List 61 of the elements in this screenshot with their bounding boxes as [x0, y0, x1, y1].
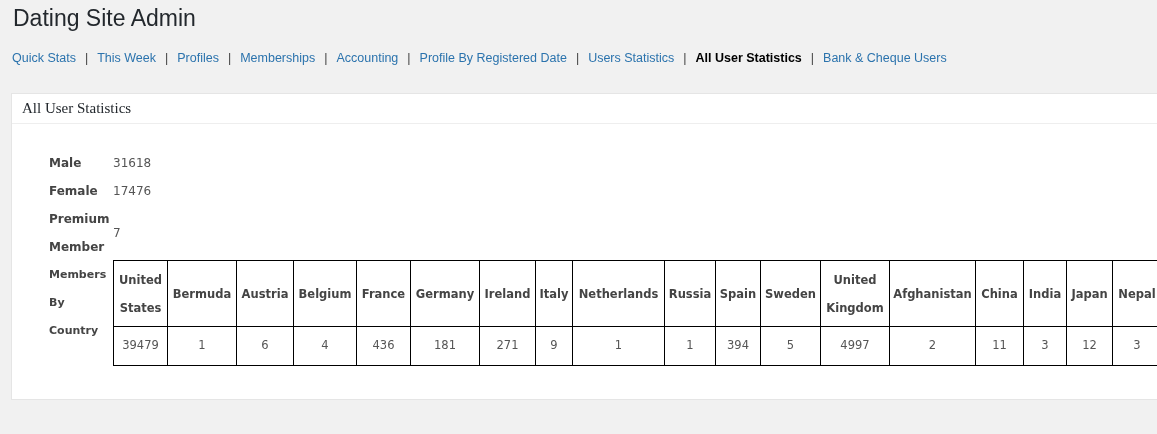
column-header: Belgium [293, 260, 357, 327]
column-header: Bermuda [167, 260, 237, 327]
page-title: Dating Site Admin [13, 4, 196, 33]
table-cell: 1 [572, 326, 665, 366]
table-cell: 271 [479, 326, 536, 366]
nav-link[interactable]: Memberships [240, 50, 316, 66]
table-cell: 11 [975, 326, 1024, 366]
column-header: France [356, 260, 411, 327]
table-cell: 3 [1023, 326, 1067, 366]
column-header: Japan [1066, 260, 1113, 327]
table-cell: 4997 [820, 326, 890, 366]
column-header: Germany [410, 260, 480, 327]
nav-separator: | [227, 50, 232, 66]
table-cell: 394 [715, 326, 761, 366]
column-header: United States [113, 260, 168, 327]
nav-separator: | [165, 50, 169, 66]
table-cell: 181 [410, 326, 480, 366]
table-cell: 12 [1066, 326, 1113, 366]
stat-label: Premium Member [49, 211, 107, 256]
nav-link[interactable]: Quick Stats [12, 50, 76, 66]
column-header: Ireland [479, 260, 536, 327]
nav-separator: | [575, 50, 580, 66]
nav-link[interactable]: Users Statistics [588, 50, 675, 66]
stat-label: Male [49, 155, 83, 172]
table-cell: 436 [356, 326, 411, 366]
column-header: Austria [236, 260, 294, 327]
table-cell: 39479 [113, 326, 168, 366]
table-cell: 4 [293, 326, 357, 366]
column-header: Italy [535, 260, 573, 327]
column-header: China [975, 260, 1024, 327]
table-cell: 1 [167, 326, 237, 366]
column-header: Sweden [760, 260, 821, 327]
nav-link[interactable]: Profile By Registered Date [419, 50, 567, 66]
table-cell: 1 [664, 326, 716, 366]
nav-link[interactable]: Bank & Cheque Users [823, 50, 947, 66]
nav-separator: | [324, 50, 328, 66]
stat-value: 31618 [113, 156, 152, 170]
nav-link[interactable]: All User Statistics [695, 50, 802, 66]
column-header: Afghanistan [889, 260, 976, 327]
nav-separator: | [84, 50, 89, 66]
column-header: India [1023, 260, 1067, 327]
column-header: Netherlands [572, 260, 665, 327]
nav-separator: | [683, 50, 687, 66]
column-header: United Kingdom [820, 260, 890, 327]
nav-separator: | [810, 50, 815, 66]
stat-label: Female [49, 183, 99, 200]
nav-link[interactable]: This Week [97, 50, 156, 66]
table-cell: 2 [889, 326, 976, 366]
stat-label: Members By Country [49, 267, 107, 339]
table-cell: 5 [760, 326, 821, 366]
column-header: Nepal [1112, 260, 1157, 327]
table-cell: 9 [535, 326, 573, 366]
nav-separator: | [407, 50, 411, 66]
column-header: Russia [664, 260, 716, 327]
nav-link[interactable]: Accounting [336, 50, 399, 66]
nav-link[interactable]: Profiles [177, 50, 219, 66]
column-header: Spain [715, 260, 761, 327]
panel-title: All User Statistics [22, 99, 132, 119]
table-cell: 6 [236, 326, 294, 366]
stat-value: 17476 [113, 184, 152, 198]
stat-value: 7 [113, 226, 121, 240]
